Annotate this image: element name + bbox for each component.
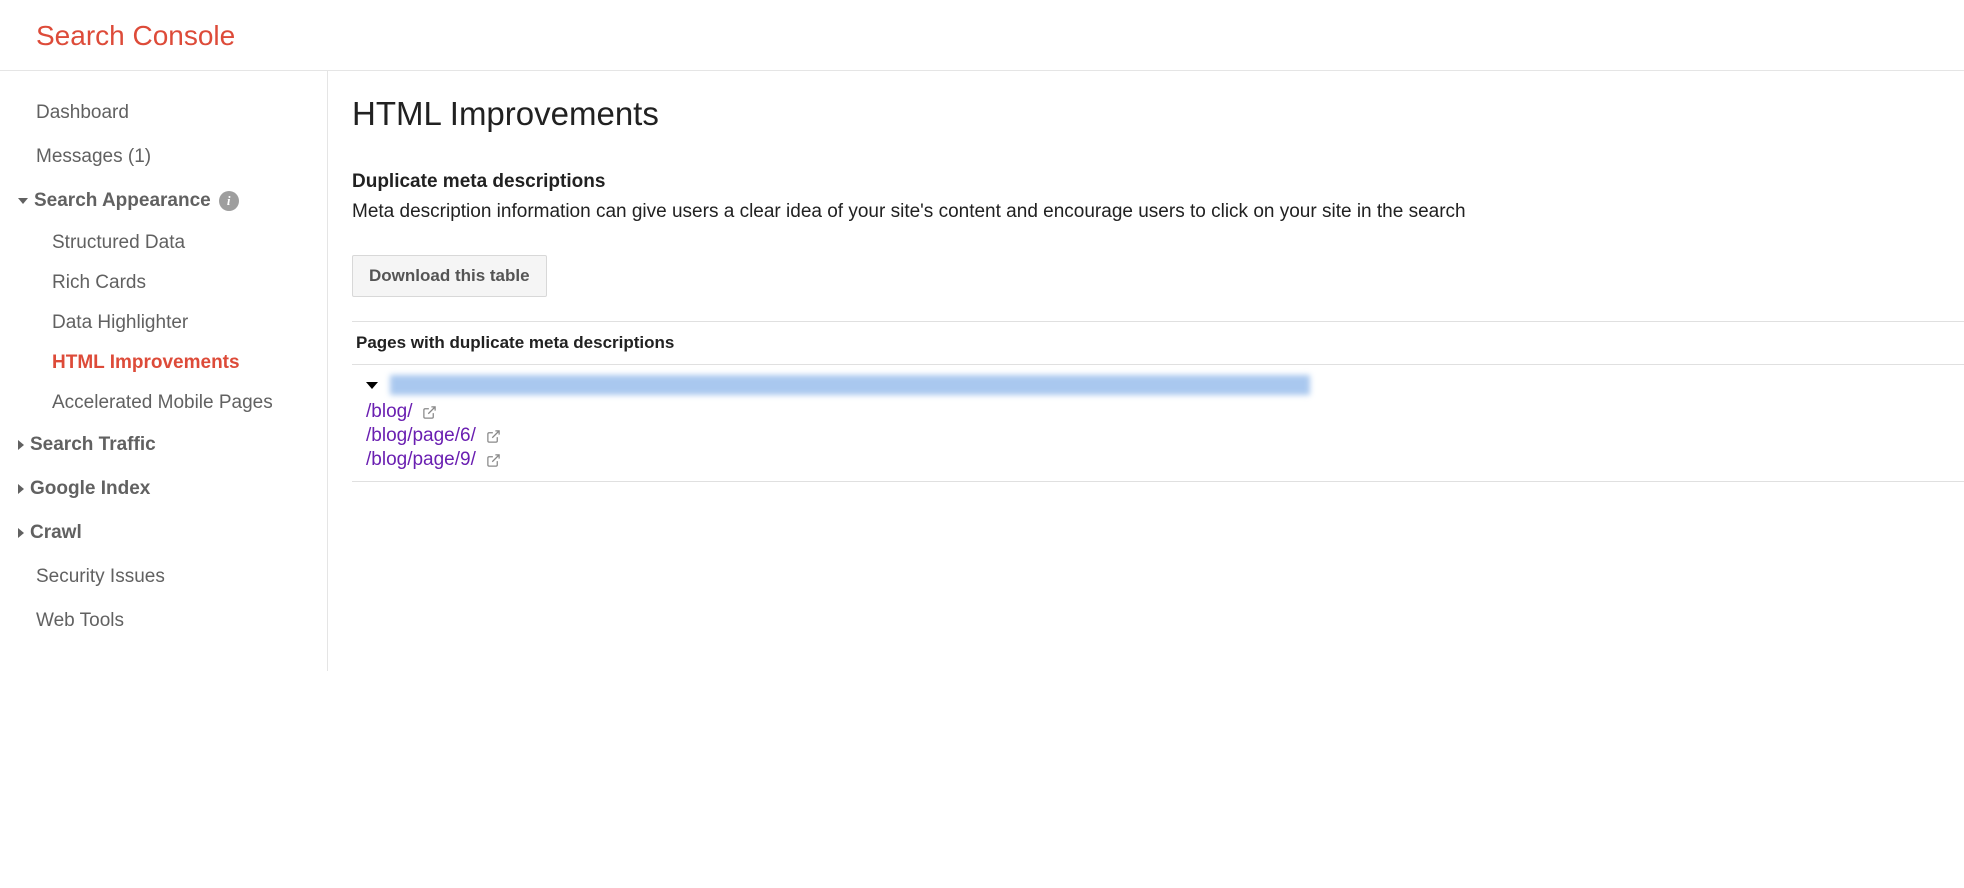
sidebar-item-dashboard[interactable]: Dashboard xyxy=(0,91,327,135)
sidebar-label: Security Issues xyxy=(36,566,165,588)
external-link-icon[interactable] xyxy=(486,453,501,468)
main-content: HTML Improvements Duplicate meta descrip… xyxy=(328,71,1964,671)
table-header: Pages with duplicate meta descriptions xyxy=(352,321,1964,365)
chevron-right-icon xyxy=(18,484,24,494)
section-title: Duplicate meta descriptions xyxy=(352,171,1964,193)
info-icon[interactable]: i xyxy=(219,191,239,211)
sidebar-label: Dashboard xyxy=(36,102,129,124)
url-text: /blog/page/9/ xyxy=(366,449,476,471)
chevron-right-icon xyxy=(18,440,24,450)
download-table-button[interactable]: Download this table xyxy=(352,255,547,297)
url-link[interactable]: /blog/page/6/ xyxy=(366,425,501,447)
url-link[interactable]: /blog/ xyxy=(366,401,437,423)
logo[interactable]: Search Console xyxy=(36,20,235,51)
sidebar-heading-crawl[interactable]: Crawl xyxy=(0,511,327,555)
chevron-down-icon xyxy=(366,382,378,389)
container: Dashboard Messages (1) Search Appearance… xyxy=(0,71,1964,671)
url-link[interactable]: /blog/page/9/ xyxy=(366,449,501,471)
sidebar-heading-search-appearance[interactable]: Search Appearance i xyxy=(0,179,327,223)
url-list: /blog/ /blog/page/6/ xyxy=(366,401,1960,473)
sidebar-heading-label: Search Appearance xyxy=(34,190,211,212)
external-link-icon[interactable] xyxy=(422,405,437,420)
sidebar-subitem-data-highlighter[interactable]: Data Highlighter xyxy=(0,303,327,343)
sidebar-subitem-structured-data[interactable]: Structured Data xyxy=(0,223,327,263)
sidebar: Dashboard Messages (1) Search Appearance… xyxy=(0,71,328,671)
redacted-meta-description xyxy=(390,375,1310,395)
sidebar-heading-label: Search Traffic xyxy=(30,434,156,456)
sidebar-item-messages[interactable]: Messages (1) xyxy=(0,135,327,179)
sidebar-heading-label: Google Index xyxy=(30,478,150,500)
page-title: HTML Improvements xyxy=(352,95,1964,133)
url-text: /blog/ xyxy=(366,401,412,423)
header: Search Console xyxy=(0,0,1964,70)
section-description: Meta description information can give us… xyxy=(352,201,1964,223)
sidebar-heading-label: Crawl xyxy=(30,522,82,544)
sidebar-item-web-tools[interactable]: Web Tools xyxy=(0,599,327,643)
url-text: /blog/page/6/ xyxy=(366,425,476,447)
sidebar-subitem-rich-cards[interactable]: Rich Cards xyxy=(0,263,327,303)
sidebar-item-security-issues[interactable]: Security Issues xyxy=(0,555,327,599)
table-row: /blog/ /blog/page/6/ xyxy=(352,365,1964,482)
sidebar-heading-google-index[interactable]: Google Index xyxy=(0,467,327,511)
sidebar-heading-search-traffic[interactable]: Search Traffic xyxy=(0,423,327,467)
chevron-down-icon xyxy=(18,198,28,204)
chevron-right-icon xyxy=(18,528,24,538)
row-expander[interactable] xyxy=(366,375,1960,395)
sidebar-subitem-html-improvements[interactable]: HTML Improvements xyxy=(0,343,327,383)
external-link-icon[interactable] xyxy=(486,429,501,444)
sidebar-label: Web Tools xyxy=(36,610,124,632)
sidebar-subitem-amp[interactable]: Accelerated Mobile Pages xyxy=(0,383,327,423)
sidebar-label: Messages (1) xyxy=(36,146,151,168)
